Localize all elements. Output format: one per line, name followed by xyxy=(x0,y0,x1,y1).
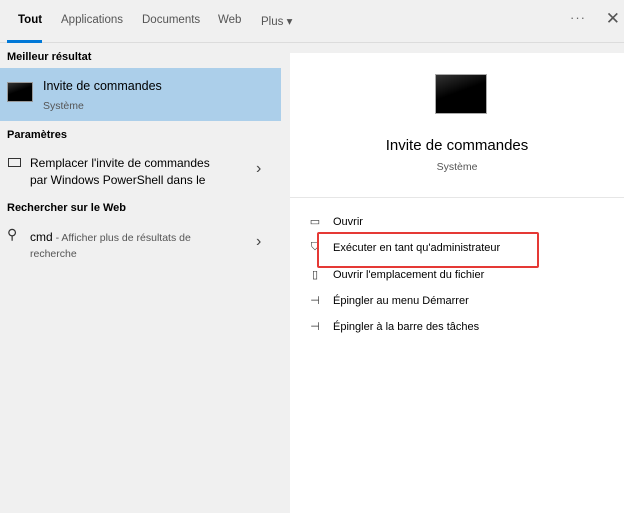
folder-icon: ▯ xyxy=(311,269,319,281)
best-match-item[interactable]: Invite de commandes Système xyxy=(0,68,281,121)
search-icon: ⚲ xyxy=(7,226,18,242)
action-pin-start[interactable]: ⊣ Épingler au menu Démarrer xyxy=(308,294,469,308)
detail-pane: Invite de commandes Système ▭ Ouvrir ⛉ Exé… xyxy=(290,53,624,513)
web-query: cmd xyxy=(30,230,53,244)
open-icon: ▭ xyxy=(309,216,321,228)
monitor-icon xyxy=(8,158,21,167)
action-open-file-location[interactable]: ▯ Ouvrir l'emplacement du fichier xyxy=(308,268,485,282)
settings-line2: par Windows PowerShell dans le xyxy=(30,173,206,187)
settings-line1: Remplacer l'invite de commandes xyxy=(30,156,210,170)
action-label: Épingler à la barre des tâches xyxy=(333,320,480,333)
detail-subtitle: Système xyxy=(436,161,478,173)
action-open[interactable]: ▭ Ouvrir xyxy=(308,215,363,229)
tab-more[interactable]: Plus ▾ xyxy=(261,14,292,28)
action-label: Ouvrir xyxy=(333,215,363,228)
chevron-right-icon: › xyxy=(256,160,262,177)
active-tab-indicator xyxy=(7,40,42,43)
settings-heading: Paramètres xyxy=(7,129,67,141)
web-line2: recherche xyxy=(30,248,77,260)
divider xyxy=(290,197,624,198)
web-heading: Rechercher sur le Web xyxy=(7,202,127,214)
tab-all[interactable]: Tout xyxy=(18,14,42,26)
tab-web[interactable]: Web xyxy=(218,14,241,26)
tab-documents[interactable]: Documents xyxy=(142,14,200,26)
best-match-heading: Meilleur résultat xyxy=(7,51,92,63)
chevron-right-icon: › xyxy=(256,233,262,250)
detail-title: Invite de commandes xyxy=(385,137,529,154)
pin-icon: ⊣ xyxy=(310,295,320,307)
best-match-subtitle: Système xyxy=(43,100,84,112)
action-label: Ouvrir l'emplacement du fichier xyxy=(333,268,485,281)
pin-icon: ⊣ xyxy=(310,321,320,333)
action-pin-taskbar[interactable]: ⊣ Épingler à la barre des tâches xyxy=(308,320,480,334)
highlight-box xyxy=(317,232,539,268)
command-prompt-large-icon xyxy=(435,74,487,114)
close-icon[interactable]: ✕ xyxy=(606,9,620,29)
command-prompt-icon xyxy=(7,82,33,102)
action-label: Épingler au menu Démarrer xyxy=(333,294,469,307)
tab-applications[interactable]: Applications xyxy=(61,14,123,26)
more-options-icon[interactable]: ··· xyxy=(570,10,586,25)
web-suffix: - Afficher plus de résultats de xyxy=(52,232,191,244)
best-match-title: Invite de commandes xyxy=(43,79,162,93)
tab-bar: Tout Applications Documents Web Plus ▾ ·… xyxy=(0,0,624,43)
